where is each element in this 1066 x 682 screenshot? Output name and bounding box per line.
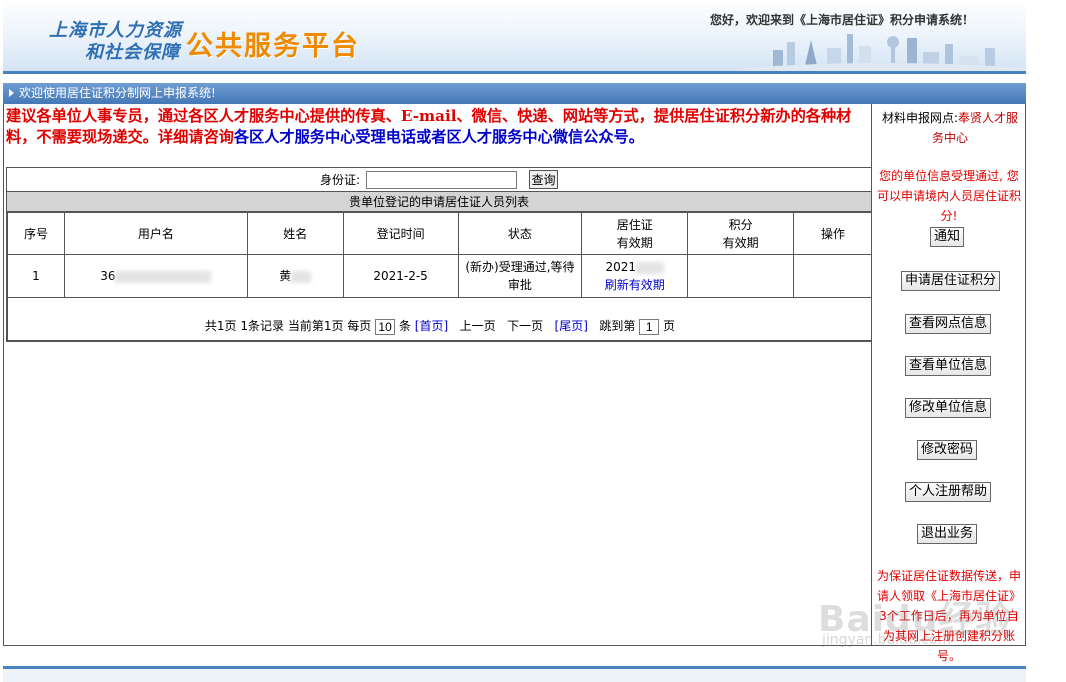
- edit-unit-info-button[interactable]: 修改单位信息: [905, 398, 992, 418]
- list-title: 贵单位登记的申请居住证人员列表: [7, 192, 871, 212]
- applicant-panel: 身份证: 查询 贵单位登记的申请居住证人员列表 序号 用户名 姓名 登记时间 状…: [6, 167, 873, 342]
- notice-text: 建议各单位人事专员，通过各区人才服务中心提供的传真、E-mail、微信、快递、网…: [6, 106, 872, 148]
- id-card-label: 身份证:: [319, 173, 361, 187]
- pager-unit: 条: [398, 319, 411, 334]
- apply-points-button[interactable]: 申请居住证积分: [901, 271, 1001, 291]
- cell-name: 黄: [246, 254, 344, 298]
- col-header-index: 序号: [7, 212, 65, 255]
- watermark-url: jingyan.baidu.com: [822, 632, 952, 648]
- logout-button[interactable]: 退出业务: [917, 524, 978, 544]
- cell-permit-valid: 2021 刷新有效期: [581, 254, 689, 298]
- platform-title: 公共服务平台: [186, 31, 360, 62]
- pager: 共1页 1条记录 当前第1页 每页 条 [首页] 上一页 下一页 [尾页] 跳到…: [204, 318, 676, 335]
- col-header-action: 操作: [793, 212, 873, 255]
- welcome-bar: 欢迎使用居住证积分制网上申报系统!: [3, 83, 1026, 104]
- page-suffix: 页: [663, 319, 676, 334]
- applicant-table: 序号 用户名 姓名 登记时间 状态 居住证 有效期 积分 有效期 操作 1 36 黄…: [7, 212, 873, 341]
- col-header-name: 姓名: [246, 212, 344, 255]
- cell-status: (新办)受理通过,等待 审批: [457, 254, 583, 298]
- city-skyline-icon: [743, 34, 1026, 71]
- page: 上海市人力资源 和社会保障 公共服务平台 您好，欢迎来到《上海市居住证》积分申请…: [0, 0, 1066, 682]
- cell-registered: 2021-2-5: [342, 254, 459, 298]
- prev-page-link[interactable]: 上一页: [460, 319, 496, 333]
- table-row: 1 36 黄 2021-2-5 (新办)受理通过,等待 审批 2021 刷新有效期: [7, 254, 873, 298]
- notice-blue-text: 各区人才服务中心受理电话或者区人才服务中心微信公众号。: [233, 128, 644, 146]
- service-point-info: 材料申报网点:奉贤人才服务中心: [876, 108, 1024, 148]
- unit-status-message: 您的单位信息受理通过, 您可以申请境内人员居住证积分!: [876, 169, 1021, 223]
- col-header-status: 状态: [457, 212, 583, 255]
- footer-bar: [3, 666, 1026, 682]
- jump-label: 跳到第: [599, 319, 636, 334]
- view-service-point-button[interactable]: 查看网点信息: [905, 314, 992, 334]
- search-row: 身份证: 查询: [7, 168, 871, 192]
- logo-text-line2: 和社会保障: [85, 42, 180, 63]
- header-banner: 上海市人力资源 和社会保障 公共服务平台 您好，欢迎来到《上海市居住证》积分申请…: [3, 0, 1026, 74]
- id-card-input[interactable]: [366, 170, 518, 189]
- next-page-link[interactable]: 下一页: [507, 319, 543, 333]
- first-page-link[interactable]: [首页]: [415, 319, 448, 333]
- registration-help-button[interactable]: 个人注册帮助: [905, 482, 992, 502]
- welcome-message: 您好，欢迎来到《上海市居住证》积分申请系统！: [710, 13, 975, 27]
- sidebar: 材料申报网点:奉贤人才服务中心 您的单位信息受理通过, 您可以申请境内人员居住证…: [872, 104, 1026, 663]
- cell-points-valid: [687, 254, 795, 298]
- col-header-registered: 登记时间: [342, 212, 459, 255]
- col-header-points-valid: 积分 有效期: [687, 212, 795, 255]
- view-unit-info-button[interactable]: 查看单位信息: [905, 356, 992, 376]
- triangle-right-icon: [9, 89, 14, 97]
- pager-cell: 共1页 1条记录 当前第1页 每页 条 [首页] 上一页 下一页 [尾页] 跳到…: [7, 297, 873, 341]
- main-panel: 建议各单位人事专员，通过各区人才服务中心提供的传真、E-mail、微信、快递、网…: [3, 104, 873, 646]
- notice-button[interactable]: 通知: [930, 227, 965, 247]
- refresh-validity-link[interactable]: 刷新有效期: [605, 278, 665, 292]
- change-password-button[interactable]: 修改密码: [917, 440, 978, 460]
- pager-summary: 共1页 1条记录 当前第1页 每页: [204, 319, 372, 334]
- col-header-permit-valid: 居住证 有效期: [581, 212, 689, 255]
- page-size-input[interactable]: [375, 318, 396, 335]
- jump-page-input[interactable]: [639, 318, 660, 335]
- last-page-link[interactable]: [尾页]: [555, 319, 588, 333]
- redacted-blur: [636, 261, 665, 274]
- cell-action: [793, 254, 873, 298]
- search-button[interactable]: 查询: [529, 170, 559, 189]
- col-header-username: 用户名: [63, 212, 248, 255]
- redacted-blur: [115, 270, 212, 283]
- pager-row: 共1页 1条记录 当前第1页 每页 条 [首页] 上一页 下一页 [尾页] 跳到…: [7, 297, 873, 341]
- cell-index: 1: [7, 254, 65, 298]
- welcome-bar-text: 欢迎使用居住证积分制网上申报系统!: [19, 86, 216, 100]
- table-header-row: 序号 用户名 姓名 登记时间 状态 居住证 有效期 积分 有效期 操作: [7, 212, 873, 255]
- redacted-blur: [291, 270, 312, 283]
- service-point-label: 材料申报网点:: [881, 111, 959, 125]
- cell-username: 36: [63, 254, 248, 298]
